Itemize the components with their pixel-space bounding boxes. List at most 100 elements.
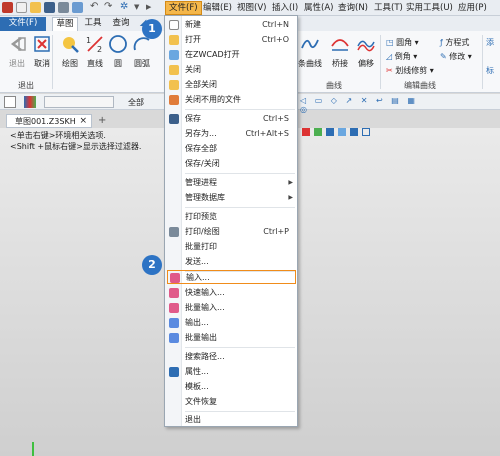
- print-icon[interactable]: [58, 2, 69, 13]
- menu-item-open-in-zwcad[interactable]: 在ZWCAD打开: [165, 48, 297, 62]
- close-file-icon[interactable]: [72, 2, 83, 13]
- add-tab-icon[interactable]: +: [98, 114, 106, 127]
- draw-button[interactable]: 绘图: [56, 34, 84, 69]
- arc-button[interactable]: 圆弧: [128, 34, 156, 69]
- menu-item-new[interactable]: 新建 Ctrl+N: [165, 18, 297, 32]
- chevron-right-icon[interactable]: ▶: [146, 2, 157, 13]
- menu-item-import[interactable]: 输入...: [167, 270, 296, 284]
- hint-panel: <单击右键>环境相关选项. <Shift +鼠标右键>显示选择过滤器.: [0, 130, 165, 156]
- layer-select[interactable]: [44, 96, 114, 108]
- menu-separator: [185, 411, 295, 412]
- menu-item-save-all[interactable]: 保存全部: [165, 142, 297, 156]
- tab-query[interactable]: 查询: [110, 17, 132, 31]
- trim-icon: ✂: [386, 66, 396, 75]
- offset-button[interactable]: 偏移: [352, 34, 380, 69]
- menu-item-search-path[interactable]: 搜索路径...: [165, 350, 297, 364]
- open-folder-icon[interactable]: [30, 2, 41, 13]
- color-icon[interactable]: [24, 96, 36, 108]
- filter-tools-icon[interactable]: ◁ ▭ ◇ ↗ ✕ ↩ ▤ ▦ ◎: [300, 96, 420, 114]
- export-icon: [169, 318, 179, 328]
- save-icon[interactable]: [44, 2, 55, 13]
- menu-item-exit[interactable]: 退出: [165, 413, 297, 427]
- fillet-button[interactable]: ◳ 圆角 ▾: [386, 37, 419, 48]
- bridge-label: 桥接: [332, 59, 348, 68]
- menu-item-label: 退出: [185, 415, 201, 424]
- equation-button[interactable]: ƒ 方程式: [440, 37, 469, 48]
- view-icon[interactable]: [362, 128, 370, 136]
- bridge-button[interactable]: 桥接: [326, 34, 354, 69]
- menu-view[interactable]: 视图(V): [237, 2, 266, 14]
- menu-item-label: 另存为...: [185, 129, 217, 138]
- view-icon[interactable]: [302, 128, 310, 136]
- menu-item-batch-export[interactable]: 批量输出: [165, 331, 297, 345]
- menu-item-quick-import[interactable]: 快速输入...: [165, 286, 297, 300]
- menu-item-save-close[interactable]: 保存/关闭: [165, 157, 297, 171]
- trim-label: 划线修剪: [395, 66, 428, 75]
- menu-tools[interactable]: 工具(T): [374, 2, 403, 14]
- import-icon: [170, 273, 180, 283]
- doc-tab[interactable]: 草图001.Z3SKH ×: [6, 114, 92, 128]
- tab-file[interactable]: 文件(F): [0, 17, 46, 31]
- menu-apps[interactable]: 应用(P): [458, 2, 487, 14]
- menu-item-save-as[interactable]: 另存为... Ctrl+Alt+S: [165, 127, 297, 141]
- spline-icon: [301, 39, 319, 49]
- new-file-icon[interactable]: [16, 2, 27, 13]
- properties-icon: [169, 367, 179, 377]
- exit-button[interactable]: 退出: [3, 34, 31, 69]
- menu-insert[interactable]: 插入(I): [272, 2, 298, 14]
- menu-item-properties[interactable]: 属性...: [165, 365, 297, 379]
- svg-text:2: 2: [97, 45, 102, 54]
- menu-utilities[interactable]: 实用工具(U): [406, 2, 453, 14]
- menu-item-close-unused[interactable]: 关闭不用的文件: [165, 93, 297, 107]
- menu-item-export[interactable]: 输出...: [165, 316, 297, 330]
- menu-query[interactable]: 查询(N): [338, 2, 368, 14]
- close-unused-icon: [169, 95, 179, 105]
- view-icon[interactable]: [350, 128, 358, 136]
- menu-item-label: 属性...: [185, 367, 209, 376]
- menu-item-label: 输入...: [186, 273, 210, 282]
- view-icon[interactable]: [338, 128, 346, 136]
- spline-label: 条曲线: [298, 59, 322, 68]
- menu-item-manage-database[interactable]: 管理数据库 ▶: [165, 191, 297, 205]
- chevron-down-icon[interactable]: ▼: [134, 2, 145, 13]
- close-icon[interactable]: ×: [79, 115, 87, 128]
- view-icon[interactable]: [326, 128, 334, 136]
- trim-button[interactable]: ✂ 划线修剪 ▾: [386, 65, 434, 76]
- menu-attribute[interactable]: 属性(A): [304, 2, 333, 14]
- menu-file[interactable]: 文件(F): [165, 1, 202, 15]
- spline-button[interactable]: 条曲线: [296, 34, 324, 69]
- fillet-label: 圆角: [396, 38, 413, 47]
- chamfer-button[interactable]: ◿ 倒角 ▾: [386, 51, 417, 62]
- menu-item-file-recovery[interactable]: 文件恢复: [165, 395, 297, 409]
- select-all-label[interactable]: 全部: [128, 97, 144, 108]
- menu-item-close[interactable]: 关闭: [165, 63, 297, 77]
- menu-item-print[interactable]: 打印/绘图 Ctrl+P: [165, 225, 297, 239]
- filter-icon[interactable]: [4, 96, 16, 108]
- menu-item-save[interactable]: 保存 Ctrl+S: [165, 112, 297, 126]
- redo-icon[interactable]: ↷: [104, 2, 115, 13]
- tab-sketch[interactable]: 草图: [52, 17, 78, 31]
- menu-item-template[interactable]: 模板...: [165, 380, 297, 394]
- menu-item-print-preview[interactable]: 打印预览: [165, 210, 297, 224]
- menu-item-open[interactable]: 打开 Ctrl+O: [165, 33, 297, 47]
- menu-item-label: 管理进程: [185, 178, 217, 187]
- menu-item-send[interactable]: 发送...: [165, 255, 297, 269]
- menu-edit[interactable]: 编辑(E): [203, 2, 232, 14]
- menu-item-close-all[interactable]: 全部关闭: [165, 78, 297, 92]
- dimension-button[interactable]: 标: [486, 65, 494, 76]
- view-icon[interactable]: [314, 128, 322, 136]
- tab-tools[interactable]: 工具: [82, 17, 104, 31]
- menu-item-batch-import[interactable]: 批量输入...: [165, 301, 297, 315]
- close-all-icon: [169, 80, 179, 90]
- batch-import-icon: [169, 303, 179, 313]
- menu-item-manage-process[interactable]: 管理进程 ▶: [165, 176, 297, 190]
- menu-item-batch-print[interactable]: 批量打印: [165, 240, 297, 254]
- equation-label: 方程式: [445, 38, 470, 47]
- modify-button[interactable]: ✎ 修改 ▾: [440, 51, 472, 62]
- hint-right-click: <单击右键>环境相关选项.: [10, 131, 106, 140]
- menu-item-label: 打印预览: [185, 212, 217, 221]
- undo-icon[interactable]: ↶: [90, 2, 101, 13]
- gear-icon[interactable]: ✲: [120, 2, 131, 13]
- add-constraint-button[interactable]: 添: [486, 37, 494, 48]
- file-menu: 新建 Ctrl+N 打开 Ctrl+O 在ZWCAD打开 关闭 全部关闭 关闭不用的…: [164, 15, 298, 427]
